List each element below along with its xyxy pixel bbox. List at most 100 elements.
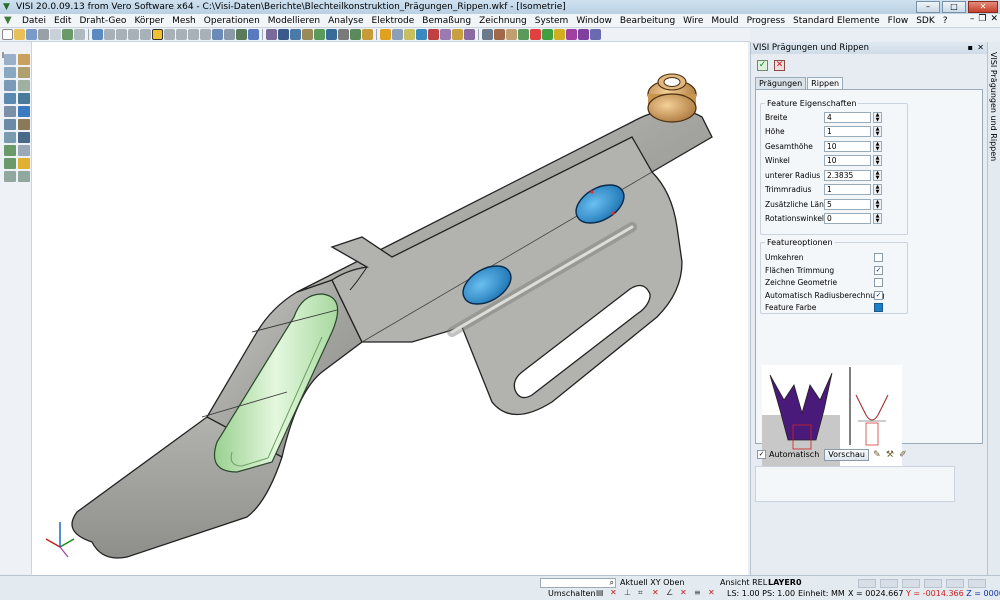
ok-button[interactable]: ✓ bbox=[757, 60, 768, 71]
polyline-icon[interactable] bbox=[18, 80, 30, 91]
menu-window[interactable]: Window bbox=[572, 16, 616, 26]
view-left-icon[interactable] bbox=[176, 29, 187, 40]
pin-icon[interactable]: ▪ bbox=[968, 42, 973, 54]
view-isometric-icon[interactable] bbox=[152, 29, 163, 40]
status-slot[interactable] bbox=[902, 579, 920, 588]
render-icon[interactable] bbox=[302, 29, 313, 40]
menu-draht-geo[interactable]: Draht-Geo bbox=[75, 16, 130, 26]
status-slot[interactable] bbox=[880, 579, 898, 588]
search-icon[interactable]: ⌕ bbox=[610, 578, 614, 588]
menu-progress[interactable]: Progress bbox=[743, 16, 789, 26]
offset-icon[interactable] bbox=[18, 93, 30, 104]
shaded-icon[interactable] bbox=[266, 29, 277, 40]
menu-help[interactable]: ? bbox=[939, 16, 952, 26]
view-top-icon[interactable] bbox=[104, 29, 115, 40]
menu-edit[interactable]: Edit bbox=[50, 16, 75, 26]
filter-off-icon[interactable]: ✕ bbox=[708, 589, 716, 597]
color-icon[interactable] bbox=[518, 29, 529, 40]
chamfer-icon[interactable] bbox=[18, 119, 30, 130]
maximize-button[interactable]: □ bbox=[942, 1, 966, 13]
trimmradius-input[interactable]: 1 bbox=[824, 184, 871, 195]
tab-rippen[interactable]: Rippen bbox=[807, 77, 844, 89]
spin-arrows-icon[interactable]: ▲ ▼ bbox=[873, 199, 882, 210]
blank-icon[interactable] bbox=[494, 29, 505, 40]
open-folder-icon[interactable] bbox=[14, 29, 25, 40]
highlight-icon[interactable] bbox=[362, 29, 373, 40]
point-icon[interactable] bbox=[4, 54, 16, 65]
zusaetzliche-laenge-input[interactable]: 5 bbox=[824, 199, 871, 210]
layer-icon[interactable]: ≡ bbox=[694, 589, 702, 597]
dimension-icon[interactable] bbox=[4, 158, 16, 169]
unterer-radius-input[interactable]: 2.3835 bbox=[824, 170, 871, 181]
close-button[interactable]: ✕ bbox=[968, 1, 998, 13]
mdi-minimize-button[interactable]: – bbox=[970, 14, 975, 24]
menu-system[interactable]: System bbox=[531, 16, 573, 26]
snap-off-icon[interactable]: ✕ bbox=[610, 589, 618, 597]
menu-zeichnung[interactable]: Zeichnung bbox=[475, 16, 531, 26]
panel-side-tab[interactable]: VISI Prägungen und Rippen bbox=[987, 42, 1000, 575]
save-icon[interactable] bbox=[26, 29, 37, 40]
mdi-close-button[interactable]: ✕ bbox=[990, 14, 998, 24]
menu-flow[interactable]: Flow bbox=[884, 16, 913, 26]
umkehren-checkbox[interactable] bbox=[874, 253, 883, 262]
spin-arrows-icon[interactable]: ▲ ▼ bbox=[873, 170, 882, 181]
arc-icon[interactable] bbox=[4, 67, 16, 78]
section-icon[interactable] bbox=[314, 29, 325, 40]
zoom-window-icon[interactable] bbox=[224, 29, 235, 40]
hatch-icon[interactable] bbox=[18, 145, 30, 156]
gesamthoehe-input[interactable]: 10 bbox=[824, 141, 871, 152]
rectangle-icon[interactable] bbox=[4, 80, 16, 91]
mdi-restore-button[interactable]: ❐ bbox=[978, 14, 986, 24]
view-right-icon[interactable] bbox=[164, 29, 175, 40]
note-icon[interactable] bbox=[18, 158, 30, 169]
fillet-icon[interactable] bbox=[4, 119, 16, 130]
pick-icon[interactable] bbox=[566, 29, 577, 40]
umschalten-label[interactable]: Umschalten bbox=[548, 589, 596, 598]
light-icon[interactable] bbox=[326, 29, 337, 40]
view-front-icon[interactable] bbox=[92, 29, 103, 40]
menu-modellieren[interactable]: Modellieren bbox=[264, 16, 324, 26]
new-file-icon[interactable] bbox=[2, 29, 13, 40]
attribute-icon[interactable] bbox=[464, 29, 475, 40]
flaechen-trimmung-checkbox[interactable]: ✓ bbox=[874, 266, 883, 275]
menu-bearbeitung[interactable]: Bearbeitung bbox=[616, 16, 679, 26]
hidden-line-icon[interactable] bbox=[290, 29, 301, 40]
arrow-right-icon[interactable] bbox=[18, 171, 30, 182]
menu-koerper[interactable]: Körper bbox=[130, 16, 168, 26]
winkel-input[interactable]: 10 bbox=[824, 155, 871, 166]
refresh-icon[interactable] bbox=[62, 29, 73, 40]
spin-arrows-icon[interactable]: ▲ ▼ bbox=[873, 213, 882, 224]
print-icon[interactable] bbox=[38, 29, 49, 40]
active-layer[interactable]: LAYER0 bbox=[768, 578, 802, 587]
angle-icon[interactable]: ∠ bbox=[666, 589, 674, 597]
menu-wire[interactable]: Wire bbox=[679, 16, 707, 26]
aktuell-workplane[interactable]: Aktuell XY Oben bbox=[620, 578, 685, 587]
hoehe-input[interactable]: 1 bbox=[824, 126, 871, 137]
circle-icon[interactable] bbox=[18, 67, 30, 78]
breite-input[interactable]: 4 bbox=[824, 112, 871, 123]
view-back-icon[interactable] bbox=[128, 29, 139, 40]
hammer-icon[interactable]: ⚒ bbox=[885, 450, 895, 460]
spline-icon[interactable] bbox=[4, 93, 16, 104]
layer-icon[interactable] bbox=[380, 29, 391, 40]
snap-icon[interactable] bbox=[404, 29, 415, 40]
wireframe-icon[interactable] bbox=[278, 29, 289, 40]
spin-arrows-icon[interactable]: ▲ ▼ bbox=[873, 141, 882, 152]
spin-arrows-icon[interactable]: ▲ ▼ bbox=[873, 126, 882, 137]
minimize-button[interactable]: – bbox=[916, 1, 940, 13]
cancel-button[interactable]: ✕ bbox=[774, 60, 785, 71]
spin-arrows-icon[interactable]: ▲ ▼ bbox=[873, 112, 882, 123]
status-slot[interactable] bbox=[946, 579, 964, 588]
menu-bemassung[interactable]: Bemaßung bbox=[418, 16, 475, 26]
menu-operationen[interactable]: Operationen bbox=[200, 16, 264, 26]
menu-sdk[interactable]: SDK bbox=[912, 16, 939, 26]
panel-close-icon[interactable]: ✕ bbox=[977, 42, 984, 54]
mark-icon[interactable] bbox=[530, 29, 541, 40]
select-icon[interactable] bbox=[482, 29, 493, 40]
view-dimetric-icon[interactable] bbox=[200, 29, 211, 40]
menu-mesh[interactable]: Mesh bbox=[168, 16, 200, 26]
menu-standard-elemente[interactable]: Standard Elemente bbox=[789, 16, 884, 26]
auto-radius-checkbox[interactable]: ✓ bbox=[874, 291, 883, 300]
move-icon[interactable] bbox=[4, 132, 16, 143]
trim-icon[interactable] bbox=[4, 106, 16, 117]
